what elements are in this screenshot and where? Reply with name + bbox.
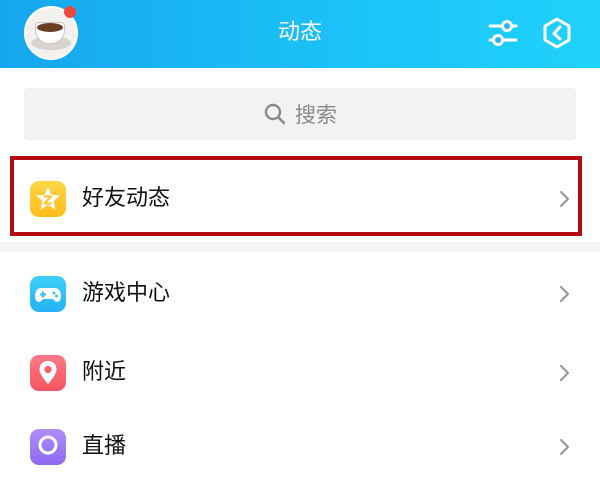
live-icon	[30, 429, 66, 465]
list-item-game-center[interactable]: 游戏中心	[0, 259, 600, 329]
list-item-label: 附近	[82, 360, 127, 385]
section-divider	[0, 242, 600, 252]
top-bar: 动态	[0, 0, 600, 68]
chevron-right-icon	[559, 285, 570, 303]
gamepad-icon	[30, 276, 66, 312]
chevron-right-icon	[559, 438, 570, 456]
list-item-live[interactable]: 直播	[0, 412, 600, 482]
search-icon	[264, 103, 286, 125]
sliders-icon[interactable]	[486, 16, 520, 50]
search-placeholder: 搜索	[295, 103, 337, 127]
hexagon-shield-icon[interactable]	[540, 16, 574, 50]
list-item-label: 游戏中心	[82, 281, 171, 306]
location-pin-icon	[30, 355, 66, 391]
search-inner: 搜索	[24, 88, 576, 140]
search-input[interactable]: 搜索	[24, 88, 576, 140]
list-item-nearby[interactable]: 附近	[0, 338, 600, 408]
list-item-label: 直播	[82, 434, 127, 459]
highlight-box	[10, 156, 582, 236]
chevron-right-icon	[559, 364, 570, 382]
